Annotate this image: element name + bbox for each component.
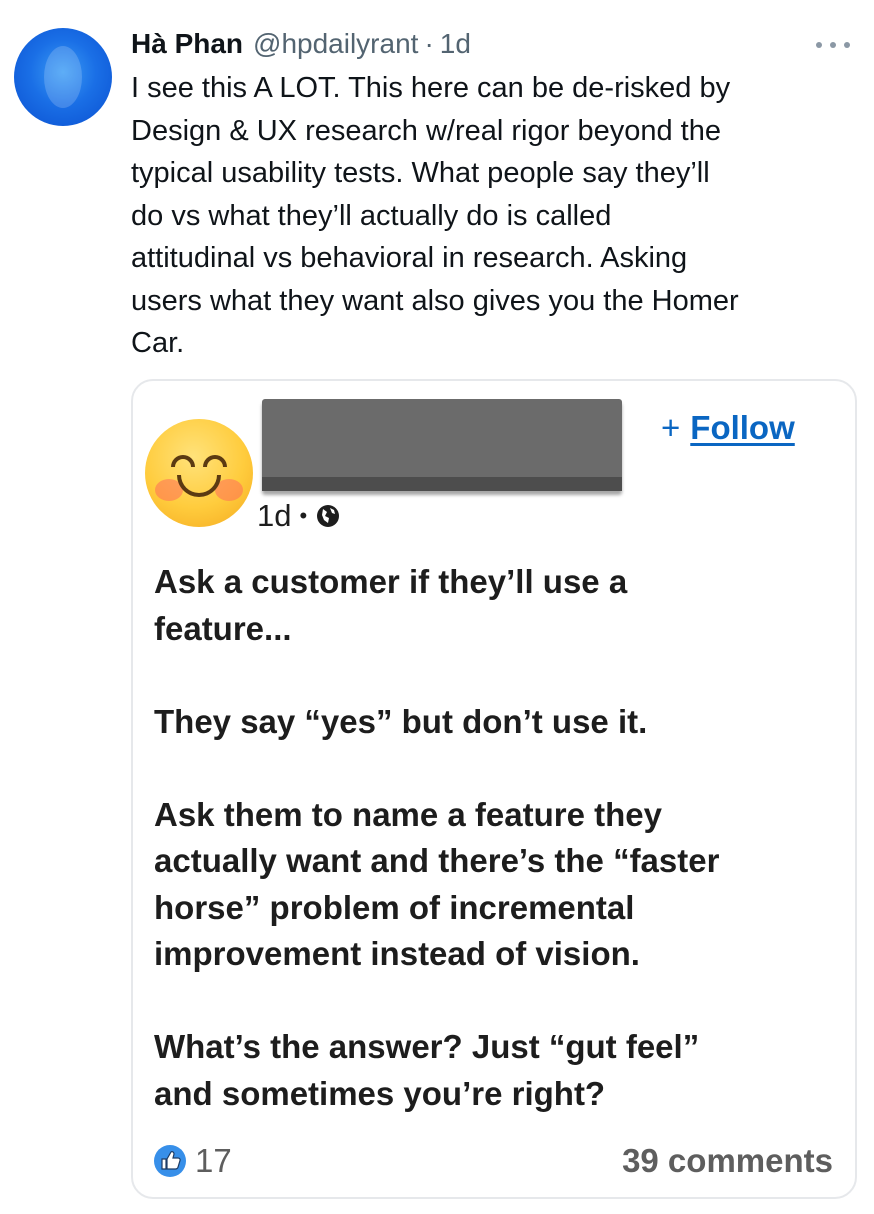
header-separator: · xyxy=(424,28,434,59)
likes-value: 17 xyxy=(195,1142,232,1179)
embedded-post-text: Ask a customer if they’ll use a feature.… xyxy=(154,563,720,1112)
follow-button[interactable]: + Follow xyxy=(661,409,795,447)
like-thumb-icon xyxy=(154,1145,186,1177)
likes-count[interactable]: 17 xyxy=(153,1142,232,1180)
tweet-header: Hà Phan @hpdailyrant · 1d xyxy=(131,28,471,62)
eye-left xyxy=(171,455,195,467)
embedded-post-card[interactable]: + Follow 1d • Ask a customer if they’ll … xyxy=(131,379,857,1199)
post-time: 1d xyxy=(257,498,292,533)
author-avatar[interactable] xyxy=(14,28,112,126)
smile-mouth xyxy=(177,475,221,497)
smiling-face-avatar-icon xyxy=(145,419,253,527)
meta-separator: • xyxy=(299,503,308,528)
more-dot xyxy=(844,42,850,48)
author-name[interactable]: Hà Phan xyxy=(131,28,243,60)
more-dot xyxy=(816,42,822,48)
tweet-time[interactable]: 1d xyxy=(440,28,471,60)
eye-right xyxy=(203,455,227,467)
comments-link[interactable]: 39 comments xyxy=(622,1142,833,1180)
more-dot xyxy=(830,42,836,48)
redacted-author-name xyxy=(262,399,622,491)
globe-icon xyxy=(317,505,340,527)
follow-label: Follow xyxy=(690,409,795,446)
post-meta: 1d • xyxy=(257,498,341,534)
more-options-icon[interactable] xyxy=(812,30,854,60)
post-footer: 17 39 comments xyxy=(153,1137,833,1185)
follow-plus-icon: + xyxy=(661,409,681,446)
tweet-text: I see this A LOT. This here can be de-ri… xyxy=(131,72,739,359)
author-handle[interactable]: @hpdailyrant xyxy=(253,28,418,60)
